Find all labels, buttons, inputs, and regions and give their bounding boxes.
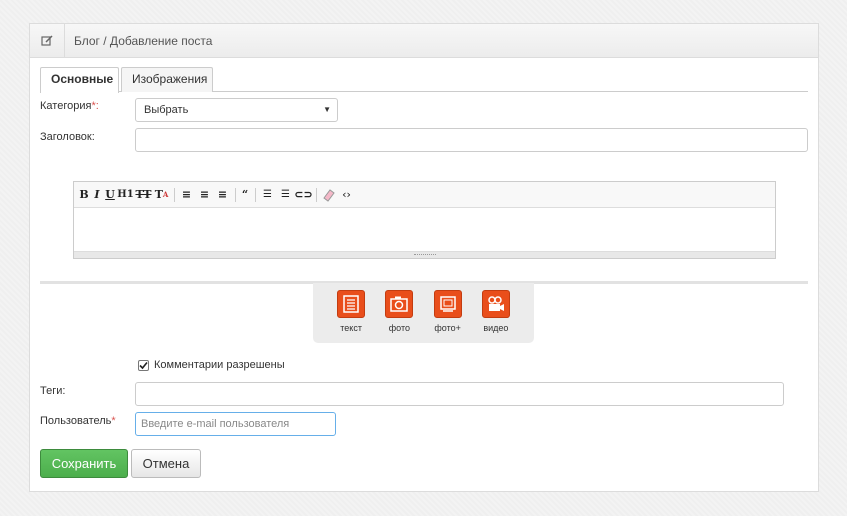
bold-icon[interactable]: B <box>78 187 90 203</box>
category-select-value: Выбрать <box>144 104 189 116</box>
italic-icon[interactable]: I <box>91 187 103 203</box>
rich-text-editor[interactable]: B I U H1 TT TA ≡ ≡ ≡ “ ☰ ☰ ⊂⊃ ‹› <box>73 181 776 259</box>
tab-bar: Основные Изображения <box>40 67 808 93</box>
category-label-text: Категория <box>40 100 92 112</box>
link-icon[interactable]: ⊂⊃ <box>294 187 312 203</box>
block-label: фото <box>388 323 410 333</box>
video-camera-icon <box>481 290 510 318</box>
align-center-icon[interactable]: ≡ <box>196 187 213 203</box>
comments-checkbox-label: Комментарии разрешены <box>154 359 285 371</box>
tags-label: Теги: <box>40 385 66 397</box>
block-label: текст <box>340 323 362 333</box>
user-email-input[interactable] <box>135 412 336 436</box>
save-button[interactable]: Сохранить <box>40 449 128 478</box>
eraser-icon[interactable] <box>320 187 337 203</box>
title-input[interactable] <box>135 128 808 152</box>
category-select[interactable]: Выбрать ▼ <box>135 98 338 122</box>
tags-input[interactable] <box>135 382 784 406</box>
text-color-icon[interactable]: TA <box>153 187 170 203</box>
required-marker: *: <box>91 100 99 112</box>
strikethrough-icon[interactable]: TT <box>135 187 152 203</box>
panel-heading: Блог / Добавление поста <box>30 24 818 58</box>
comments-checkbox[interactable] <box>138 359 149 371</box>
blog-post-panel: Блог / Добавление поста Основные Изображ… <box>29 23 819 492</box>
quote-icon[interactable]: “ <box>239 187 251 203</box>
edit-icon <box>30 24 65 57</box>
add-photo-block-button[interactable]: фото <box>379 290 419 343</box>
source-code-icon[interactable]: ‹› <box>338 187 355 203</box>
text-block-icon <box>337 290 366 318</box>
gallery-icon <box>433 290 462 318</box>
tab-main[interactable]: Основные <box>40 67 119 93</box>
user-label: Пользователь* <box>40 415 116 427</box>
breadcrumb: Блог / Добавление поста <box>74 33 213 48</box>
toolbar-divider <box>255 187 256 202</box>
editor-resize-handle[interactable] <box>74 251 775 258</box>
add-gallery-block-button[interactable]: фото+ <box>428 290 468 343</box>
unordered-list-icon[interactable]: ☰ <box>277 187 294 203</box>
category-label: Категория*: <box>40 100 99 112</box>
content-block-picker: текст фото фото+ видео <box>313 283 534 343</box>
add-video-block-button[interactable]: видео <box>476 290 516 343</box>
align-right-icon[interactable]: ≡ <box>214 187 231 203</box>
toolbar-divider <box>174 187 175 202</box>
ordered-list-icon[interactable]: ☰ <box>259 187 276 203</box>
chevron-down-icon: ▼ <box>323 105 331 114</box>
cancel-button[interactable]: Отмена <box>131 449 201 478</box>
add-text-block-button[interactable]: текст <box>331 290 371 343</box>
comments-allowed-row[interactable]: Комментарии разрешены <box>138 359 285 371</box>
heading-icon[interactable]: H1 <box>117 187 134 203</box>
user-label-text: Пользователь <box>40 415 112 427</box>
align-left-icon[interactable]: ≡ <box>178 187 195 203</box>
required-marker: * <box>111 415 116 427</box>
toolbar-divider <box>235 187 236 202</box>
camera-icon <box>385 290 414 318</box>
underline-icon[interactable]: U <box>104 187 116 203</box>
editor-toolbar: B I U H1 TT TA ≡ ≡ ≡ “ ☰ ☰ ⊂⊃ ‹› <box>74 182 775 208</box>
title-label: Заголовок: <box>40 131 95 143</box>
block-label: фото+ <box>434 323 461 333</box>
toolbar-divider <box>316 187 317 202</box>
tab-images[interactable]: Изображения <box>121 67 213 92</box>
block-label: видео <box>483 323 509 333</box>
